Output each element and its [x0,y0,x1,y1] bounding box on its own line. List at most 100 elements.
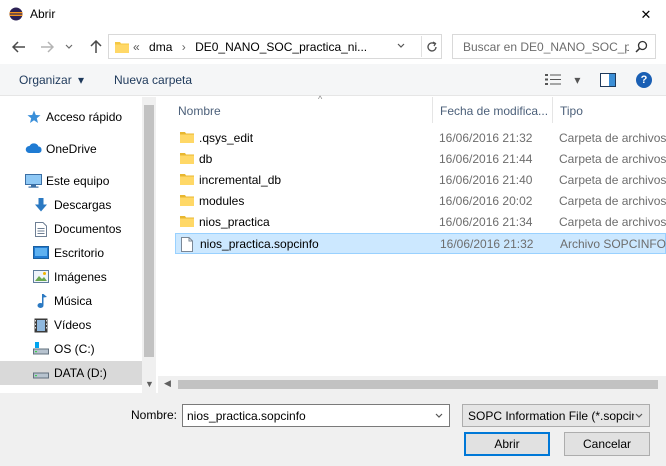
file-list-scrollbar[interactable]: ◀ [158,376,666,393]
column-header-label: Fecha de modifica... [440,104,549,118]
column-header-type[interactable]: Tipo [552,97,666,123]
breadcrumb-project[interactable]: DE0_NANO_SOC_practica_ni... [195,40,367,54]
file-list: ^ Nombre Fecha de modifica... Tipo .qsys… [158,94,666,393]
file-date: 16/06/2016 20:02 [439,194,533,208]
open-button[interactable]: Abrir [464,432,550,456]
file-type-dropdown[interactable] [635,408,643,426]
window-title: Abrir [30,7,56,21]
file-name-input[interactable]: nios_practica.sopcinfo [182,404,450,427]
file-type-select[interactable]: SOPC Information File (*.sopcin [462,404,650,427]
sidebar-item-onedrive[interactable]: OneDrive [0,137,142,161]
cancel-button[interactable]: Cancelar [564,432,650,456]
sidebar-item-quick-access[interactable]: Acceso rápido [0,105,142,129]
preview-pane-icon [600,73,616,87]
title-bar: Abrir ✕ [0,0,666,30]
file-row-selected[interactable]: nios_practica.sopcinfo 16/06/2016 21:32 … [175,233,666,254]
column-header-label: Nombre [178,104,221,118]
scrollbar-thumb[interactable] [178,380,658,389]
sidebar-item-videos[interactable]: Vídeos [0,313,142,337]
up-button[interactable] [85,36,107,58]
file-row[interactable]: modules 16/06/2016 20:02 Carpeta de arch… [175,191,666,212]
desktop-icon [33,246,49,260]
scroll-left-icon[interactable]: ◀ [164,378,171,389]
chevron-down-icon [435,413,443,418]
arrow-left-icon [12,41,25,53]
column-header-name[interactable]: ^ Nombre [178,94,432,123]
file-type: Archivo SOPCINFO [560,237,666,251]
refresh-button[interactable] [421,36,441,57]
search-box[interactable]: Buscar en DE0_NANO_SOC_pr... [452,34,656,59]
chevron-down-icon: ▾ [78,73,85,87]
sidebar-item-label: DATA (D:) [54,366,107,380]
breadcrumb-separator-icon[interactable]: › [182,40,186,54]
sidebar-item-documents[interactable]: Documentos [0,217,142,241]
search-placeholder: Buscar en DE0_NANO_SOC_pr... [463,40,629,54]
arrow-right-icon [41,41,54,53]
file-name-value: nios_practica.sopcinfo [187,409,306,423]
arrow-up-icon [90,40,102,53]
new-folder-label: Nueva carpeta [114,73,193,87]
file-row[interactable]: .qsys_edit 16/06/2016 21:32 Carpeta de a… [175,128,666,149]
navigation-pane: Acceso rápido OneDrive Este equipo Desca… [0,97,156,393]
search-icon[interactable] [635,40,648,56]
file-name-dropdown[interactable] [435,408,443,427]
download-icon [34,198,50,212]
organize-label: Organizar [19,73,72,87]
sidebar-item-label: Descargas [54,198,112,212]
forward-button[interactable] [36,36,58,58]
preview-pane-button[interactable] [600,73,616,90]
file-row[interactable]: db 16/06/2016 21:44 Carpeta de archivos [175,149,666,170]
recent-locations-button[interactable] [62,36,76,58]
file-date: 16/06/2016 21:32 [439,131,533,145]
document-icon [35,222,51,237]
organize-button[interactable]: Organizar ▾ [19,73,84,87]
dialog-footer: Nombre: nios_practica.sopcinfo SOPC Info… [0,393,666,466]
sidebar-scrollbar[interactable]: ▼ [142,97,156,393]
change-view-button[interactable]: ▾ [545,73,580,89]
folder-icon [180,173,194,189]
column-header-date[interactable]: Fecha de modifica... [432,97,552,123]
chevron-down-icon [397,43,405,48]
folder-icon [180,194,194,210]
sidebar-item-label: Música [54,294,93,308]
view-details-icon [545,74,561,85]
image-icon [33,270,49,284]
file-type-filter-value: SOPC Information File (*.sopcin [468,409,634,423]
file-row[interactable]: nios_practica 16/06/2016 21:34 Carpeta d… [175,212,666,233]
address-bar[interactable]: « dma › DE0_NANO_SOC_practica_ni... [108,34,442,59]
file-date: 16/06/2016 21:40 [439,173,533,187]
file-row[interactable]: incremental_db 16/06/2016 21:40 Carpeta … [175,170,666,191]
chevron-down-icon [635,413,643,418]
cloud-icon [25,142,42,156]
sidebar-item-label: Escritorio [54,246,105,260]
scrollbar-thumb[interactable] [144,105,154,357]
close-button[interactable]: ✕ [626,0,666,30]
help-button[interactable]: ? [636,72,652,88]
breadcrumb-dma[interactable]: dma [149,40,172,54]
sidebar-item-this-pc[interactable]: Este equipo [0,169,142,193]
breadcrumb-overflow[interactable]: « [133,40,140,54]
sidebar-item-pictures[interactable]: Imágenes [0,265,142,289]
sidebar-item-desktop[interactable]: Escritorio [0,241,142,265]
address-dropdown-button[interactable] [397,38,405,57]
file-name: modules [199,194,245,208]
sidebar-item-music[interactable]: Música [0,289,142,313]
file-date: 16/06/2016 21:34 [439,215,533,229]
sidebar-item-drive-c[interactable]: OS (C:) [0,337,142,361]
file-name: nios_practica.sopcinfo [200,237,319,251]
sidebar-item-downloads[interactable]: Descargas [0,193,142,217]
video-icon [34,318,50,333]
navigation-bar: « dma › DE0_NANO_SOC_practica_ni... Busc… [0,30,666,64]
sidebar-item-drive-d[interactable]: DATA (D:) [0,361,142,385]
file-type: Carpeta de archivos [559,131,666,145]
back-button[interactable] [8,36,30,58]
file-icon [181,237,193,255]
folder-icon [180,152,194,168]
scroll-down-icon[interactable]: ▼ [145,379,154,389]
drive-icon [33,342,49,356]
folder-icon [115,40,129,56]
file-name: .qsys_edit [199,131,254,145]
sidebar-item-label: Acceso rápido [46,110,123,124]
new-folder-button[interactable]: Nueva carpeta [114,73,192,87]
music-icon [36,294,52,308]
